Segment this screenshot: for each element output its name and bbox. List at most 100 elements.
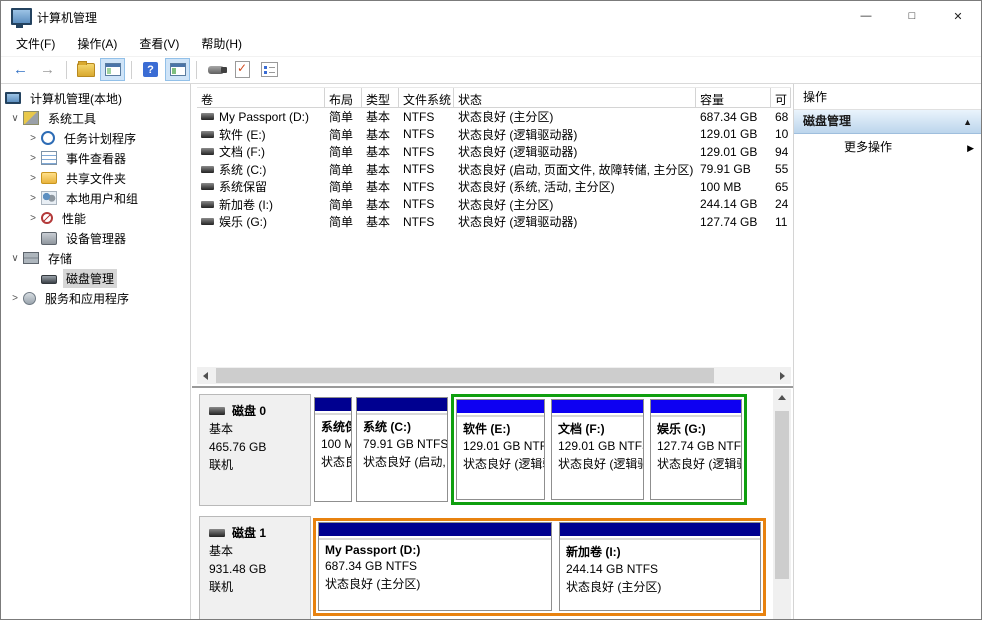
actions-pane: 操作 磁盘管理 ▲ 更多操作 ▶ xyxy=(793,84,981,619)
tree-item-shared-folders[interactable]: > 共享文件夹 xyxy=(1,168,190,188)
chevron-right-icon[interactable]: > xyxy=(25,133,41,144)
tools-icon xyxy=(23,111,39,125)
logical-drive-stripe xyxy=(651,400,741,415)
disk-management-panel: 卷 布局 类型 文件系统 状态 容量 可 My Passport (D:) 简单… xyxy=(192,84,793,619)
horizontal-scrollbar-thumb[interactable] xyxy=(216,368,714,383)
users-icon xyxy=(41,191,57,205)
menu-view[interactable]: 查看(V) xyxy=(128,32,190,55)
partition-my-passport-d[interactable]: My Passport (D:) 687.34 GB NTFS 状态良好 (主分… xyxy=(318,522,552,611)
properties-button[interactable] xyxy=(257,58,282,81)
forward-button[interactable]: → xyxy=(35,58,60,81)
check-volume-button[interactable] xyxy=(230,58,255,81)
tree-item-performance[interactable]: > 性能 xyxy=(1,208,190,228)
tree-item-services-applications[interactable]: > 服务和应用程序 xyxy=(1,288,190,308)
help-button[interactable]: ? xyxy=(138,58,163,81)
column-header-status[interactable]: 状态 xyxy=(454,88,696,107)
volume-row-software-e[interactable]: 软件 (E:) 简单 基本 NTFS 状态良好 (逻辑驱动器) 129.01 G… xyxy=(197,126,791,144)
services-icon xyxy=(23,292,36,305)
chevron-right-icon[interactable]: > xyxy=(25,173,41,184)
partition-documents-f[interactable]: 文档 (F:) 129.01 GB NTFS 状态良好 (逻辑驱动器) xyxy=(551,399,644,500)
partition-software-e[interactable]: 软件 (E:) 129.01 GB NTFS 状态良好 (逻辑驱动器) xyxy=(456,399,545,500)
tree-item-system-tools[interactable]: ∨ 系统工具 xyxy=(1,108,190,128)
disk-management-section-header[interactable]: 磁盘管理 ▲ xyxy=(794,110,981,134)
disk-1-info[interactable]: 磁盘 1 基本 931.48 GB 联机 xyxy=(199,516,311,619)
volume-row-entertainment-g[interactable]: 娱乐 (G:) 简单 基本 NTFS 状态良好 (逻辑驱动器) 127.74 G… xyxy=(197,213,791,231)
left-arrow-icon xyxy=(203,372,208,380)
partition-entertainment-g[interactable]: 娱乐 (G:) 127.74 GB NTFS 状态良好 (逻辑驱动器) xyxy=(650,399,742,500)
chevron-right-icon[interactable]: > xyxy=(25,213,41,224)
chevron-down-icon[interactable]: ∨ xyxy=(7,113,23,124)
console-tree-toggle-button[interactable] xyxy=(100,58,125,81)
rescan-disks-button[interactable] xyxy=(203,58,228,81)
disk-0-row: 磁盘 0 基本 465.76 GB 联机 系统保留 100 MB 状态良好 (系… xyxy=(192,394,772,506)
tree-item-disk-management[interactable]: 磁盘管理 xyxy=(1,268,190,288)
volume-row-my-passport[interactable]: My Passport (D:) 简单 基本 NTFS 状态良好 (主分区) 6… xyxy=(197,108,791,126)
menu-action[interactable]: 操作(A) xyxy=(66,32,128,55)
chevron-down-icon[interactable]: ∨ xyxy=(7,253,23,264)
extended-partition-group: 软件 (E:) 129.01 GB NTFS 状态良好 (逻辑驱动器) 文档 (… xyxy=(451,394,747,505)
toolbar-separator xyxy=(66,61,67,79)
scroll-left-arrow[interactable] xyxy=(197,367,214,384)
partition-new-volume-i[interactable]: 新加卷 (I:) 244.14 GB NTFS 状态良好 (主分区) xyxy=(559,522,761,611)
folder-icon xyxy=(77,63,95,77)
shared-folder-icon xyxy=(41,172,57,184)
vertical-scrollbar-thumb[interactable] xyxy=(775,411,789,579)
disk-tool-icon xyxy=(208,66,224,74)
partition-system-c[interactable]: 系统 (C:) 79.91 GB NTFS 状态良好 (启动, 页面文件, 故障… xyxy=(356,397,448,502)
back-button[interactable]: ← xyxy=(8,58,33,81)
collapse-icon[interactable]: ▲ xyxy=(963,111,972,134)
primary-partition-stripe xyxy=(357,398,447,413)
disk-0-info[interactable]: 磁盘 0 基本 465.76 GB 联机 xyxy=(199,394,311,506)
window-controls: — □ ✕ xyxy=(843,1,981,31)
toolbar-separator xyxy=(131,61,132,79)
disk-icon xyxy=(209,407,225,415)
column-header-volume[interactable]: 卷 xyxy=(197,88,325,107)
performance-icon xyxy=(41,212,53,224)
column-header-type[interactable]: 类型 xyxy=(362,88,399,107)
volume-icon xyxy=(201,131,214,138)
event-log-icon xyxy=(41,151,57,165)
tree-item-task-scheduler[interactable]: > 任务计划程序 xyxy=(1,128,190,148)
maximize-button[interactable]: □ xyxy=(889,1,935,31)
column-header-filesystem[interactable]: 文件系统 xyxy=(399,88,454,107)
logical-drive-stripe xyxy=(457,400,544,415)
checklist-icon xyxy=(261,62,278,77)
column-header-free[interactable]: 可 xyxy=(771,88,791,107)
disk-type: 基本 xyxy=(209,420,301,438)
partition-system-reserved[interactable]: 系统保留 100 MB 状态良好 (系统, 活动, 主分区) xyxy=(314,397,352,502)
computer-management-window: 计算机管理 — □ ✕ 文件(F) 操作(A) 查看(V) 帮助(H) ← → … xyxy=(0,0,982,620)
volume-row-system-c[interactable]: 系统 (C:) 简单 基本 NTFS 状态良好 (启动, 页面文件, 故障转储,… xyxy=(197,161,791,179)
back-icon: ← xyxy=(13,62,28,77)
tree-item-storage[interactable]: ∨ 存储 xyxy=(1,248,190,268)
close-button[interactable]: ✕ xyxy=(935,1,981,31)
scroll-up-arrow[interactable] xyxy=(773,389,791,406)
storage-icon xyxy=(23,252,39,264)
tree-item-event-viewer[interactable]: > 事件查看器 xyxy=(1,148,190,168)
up-level-button[interactable] xyxy=(73,58,98,81)
disk-status: 联机 xyxy=(209,456,301,474)
volume-row-system-reserved[interactable]: 系统保留 简单 基本 NTFS 状态良好 (系统, 活动, 主分区) 100 M… xyxy=(197,178,791,196)
horizontal-scrollbar[interactable] xyxy=(197,367,791,384)
console-tree-icon xyxy=(105,63,121,76)
column-header-layout[interactable]: 布局 xyxy=(325,88,362,107)
toolbar: ← → ? xyxy=(1,56,981,84)
volume-row-documents-f[interactable]: 文档 (F:) 简单 基本 NTFS 状态良好 (逻辑驱动器) 129.01 G… xyxy=(197,143,791,161)
volume-row-new-volume-i[interactable]: 新加卷 (I:) 简单 基本 NTFS 状态良好 (主分区) 244.14 GB… xyxy=(197,196,791,214)
scroll-right-arrow[interactable] xyxy=(774,367,791,384)
tree-item-computer-management[interactable]: 计算机管理(本地) xyxy=(1,88,190,108)
volume-icon xyxy=(201,218,214,225)
volume-icon xyxy=(201,113,214,120)
chevron-right-icon[interactable]: > xyxy=(25,193,41,204)
minimize-button[interactable]: — xyxy=(843,1,889,31)
menu-help[interactable]: 帮助(H) xyxy=(190,32,253,55)
title-bar: 计算机管理 — □ ✕ xyxy=(1,1,981,31)
tree-item-device-manager[interactable]: 设备管理器 xyxy=(1,228,190,248)
tree-item-local-users-groups[interactable]: > 本地用户和组 xyxy=(1,188,190,208)
more-actions-item[interactable]: 更多操作 ▶ xyxy=(794,134,981,160)
menu-file[interactable]: 文件(F) xyxy=(5,32,66,55)
action-pane-toggle-button[interactable] xyxy=(165,58,190,81)
chevron-right-icon[interactable]: > xyxy=(25,153,41,164)
chevron-right-icon[interactable]: > xyxy=(7,293,23,304)
column-header-capacity[interactable]: 容量 xyxy=(696,88,771,107)
vertical-scrollbar[interactable] xyxy=(773,389,791,619)
